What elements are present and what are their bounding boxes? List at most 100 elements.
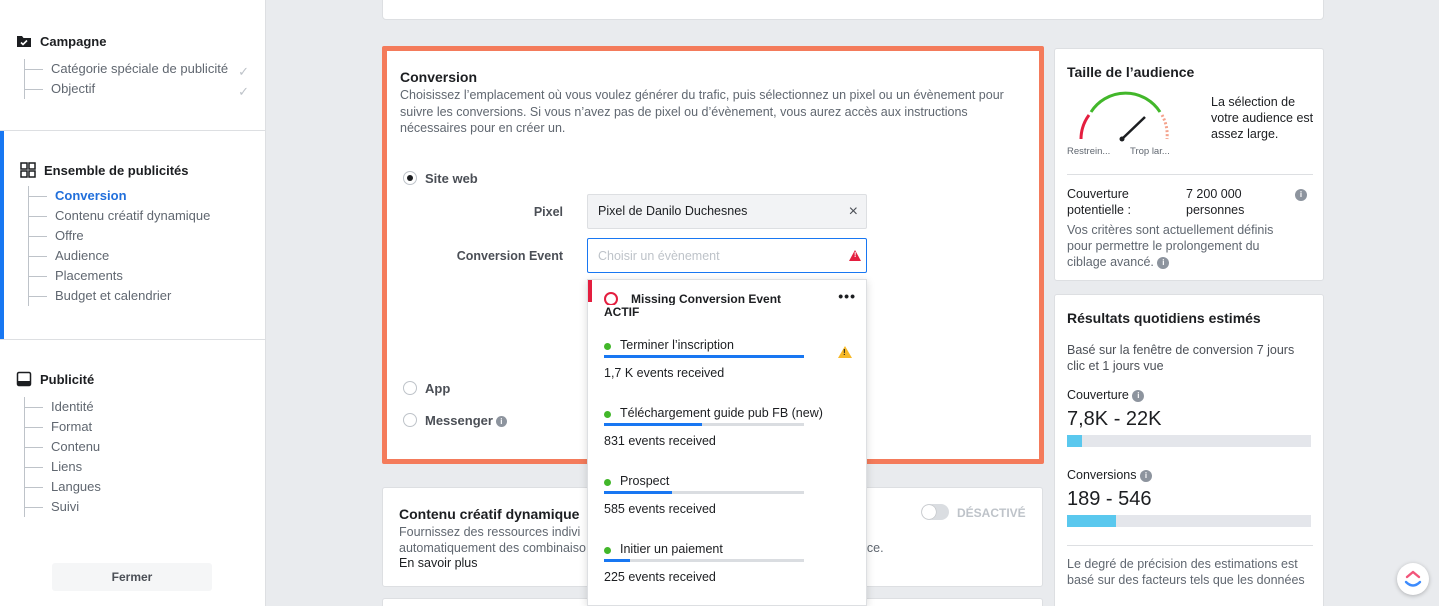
- messenger-label-text: Messenger: [425, 413, 493, 428]
- audience-note-text: Vos critères sont actuellement définis p…: [1067, 223, 1274, 269]
- status-dot-icon: [604, 411, 611, 418]
- audience-size-card: Taille de l’audience Restrein... Trop la…: [1054, 48, 1324, 281]
- sidebar-item-placements[interactable]: Placements: [29, 266, 265, 286]
- divider: [1067, 545, 1313, 546]
- toggle-state-label: DÉSACTIVÉ: [957, 506, 1026, 520]
- potential-reach-value: 7 200 000 personnes: [1186, 186, 1244, 218]
- sidebar-divider: [0, 130, 265, 131]
- sidebar-item-offer[interactable]: Offre: [29, 226, 265, 246]
- warning-icon: !: [838, 346, 852, 358]
- sidebar-item-label: Placements: [55, 268, 123, 283]
- sidebar-item-links[interactable]: Liens: [25, 457, 265, 477]
- pixel-select[interactable]: Pixel de Danilo Duchesnes ×: [587, 194, 867, 229]
- dropdown-section-label: ACTIF: [604, 305, 864, 319]
- event-name: Terminer l’inscription: [620, 338, 734, 352]
- sidebar-item-identity[interactable]: Identité: [25, 397, 265, 417]
- info-icon[interactable]: i: [495, 416, 507, 428]
- reach-meter: [1067, 435, 1311, 447]
- status-dot-icon: [604, 343, 611, 350]
- close-button[interactable]: Fermer: [52, 563, 212, 591]
- reach-value-line: personnes: [1186, 203, 1245, 217]
- more-icon[interactable]: •••: [838, 288, 856, 304]
- potential-reach-label: Couverture potentielle :: [1067, 186, 1131, 218]
- sidebar-item-label: Identité: [51, 399, 94, 414]
- sidebar-item-label: Format: [51, 419, 93, 434]
- sidebar-item-tracking[interactable]: Suivi: [25, 497, 265, 517]
- sidebar-section-campaign: Campagne Catégorie spéciale de publicité…: [0, 33, 265, 99]
- audience-summary: La sélection de votre audience est assez…: [1211, 95, 1314, 141]
- sidebar-item-label: Budget et calendrier: [55, 288, 172, 303]
- event-progress-fill: [604, 559, 630, 562]
- conversion-description: Choisissez l’emplacement où vous voulez …: [400, 88, 1004, 135]
- audience-title: Taille de l’audience: [1067, 64, 1195, 80]
- adset-tree: Conversion Contenu créatif dynamique Off…: [28, 186, 265, 306]
- sidebar-item-budget[interactable]: Budget et calendrier: [29, 286, 265, 306]
- divider: [1067, 174, 1313, 175]
- sidebar-item-content[interactable]: Contenu: [25, 437, 265, 457]
- campaign-header[interactable]: Campagne: [0, 33, 265, 49]
- clear-icon[interactable]: ×: [849, 195, 858, 228]
- campaign-tree: Catégorie spéciale de publicité ✓ Object…: [24, 59, 265, 99]
- grid-icon: [20, 162, 36, 178]
- radio-website-label[interactable]: Site web: [425, 171, 478, 186]
- sidebar-section-adset: Ensemble de publicités Conversion Conten…: [0, 162, 265, 306]
- daily-results-card: Résultats quotidiens estimés Basé sur la…: [1054, 294, 1324, 606]
- check-icon: ✓: [238, 84, 249, 99]
- event-progress-track: [604, 423, 804, 426]
- sidebar-item-dynamic-creative[interactable]: Contenu créatif dynamique: [29, 206, 265, 226]
- dynamic-creative-toggle[interactable]: [921, 504, 949, 520]
- event-name: Initier un paiement: [620, 542, 723, 556]
- help-chat-button[interactable]: [1397, 563, 1429, 595]
- event-progress-track: [604, 491, 804, 494]
- missing-event-row[interactable]: Missing Conversion Event •••: [588, 280, 866, 306]
- conversions-value: 189 - 546: [1067, 488, 1152, 510]
- folder-check-icon: [16, 33, 32, 49]
- ad-header[interactable]: Publicité: [0, 371, 265, 387]
- radio-app[interactable]: [403, 381, 417, 395]
- status-dot-icon: [604, 547, 611, 554]
- info-icon[interactable]: i: [1139, 469, 1152, 482]
- sidebar-item-label: Suivi: [51, 499, 80, 514]
- sidebar-item-label: Objectif: [51, 81, 96, 96]
- reach-label-line: Couverture: [1067, 187, 1129, 201]
- sidebar-item-languages[interactable]: Langues: [25, 477, 265, 497]
- sidebar-item-objective[interactable]: Objectif ✓: [25, 79, 265, 99]
- conversions-label-text: Conversions: [1067, 468, 1137, 482]
- adset-header[interactable]: Ensemble de publicités: [0, 162, 265, 178]
- sidebar-item-format[interactable]: Format: [25, 417, 265, 437]
- sidebar-item-label: Catégorie spéciale de publicité: [51, 61, 229, 76]
- reach-value: 7,8K - 22K: [1067, 408, 1162, 430]
- sidebar-item-label: Langues: [51, 479, 101, 494]
- sidebar-item-special-category[interactable]: Catégorie spéciale de publicité ✓: [25, 59, 265, 79]
- campaign-title: Campagne: [40, 33, 107, 49]
- learn-more-link[interactable]: En savoir plus: [399, 556, 478, 570]
- sidebar-divider: [0, 339, 265, 340]
- radio-app-label[interactable]: App: [425, 381, 450, 396]
- error-circle-icon: [604, 292, 618, 306]
- sidebar-section-ad: Publicité Identité Format Contenu Liens …: [0, 371, 265, 517]
- info-icon[interactable]: i: [1157, 256, 1170, 269]
- results-title: Résultats quotidiens estimés: [1067, 310, 1261, 326]
- sidebar-item-label: Contenu créatif dynamique: [55, 208, 211, 223]
- sidebar-item-label: Conversion: [55, 188, 127, 203]
- reach-label: Couverture i: [1067, 387, 1145, 403]
- info-icon[interactable]: i: [1132, 389, 1145, 402]
- gauge-left-label: Restrein...: [1067, 146, 1111, 157]
- event-progress-track: [604, 355, 804, 358]
- event-name: Téléchargement guide pub FB (new): [620, 406, 823, 420]
- event-progress-track: [604, 559, 804, 562]
- sidebar-item-label: Offre: [55, 228, 84, 243]
- radio-messenger-label[interactable]: Messenger i: [425, 413, 507, 428]
- missing-event-text: Missing Conversion Event: [631, 292, 782, 306]
- sidebar-item-conversion[interactable]: Conversion: [29, 186, 265, 206]
- pixel-label: Pixel: [533, 205, 563, 219]
- conversion-event-field[interactable]: !: [587, 238, 867, 273]
- dynamic-creative-title: Contenu créatif dynamique: [399, 506, 580, 522]
- conversion-event-input[interactable]: [588, 239, 828, 272]
- conversions-meter: [1067, 515, 1311, 527]
- info-icon[interactable]: i: [1295, 189, 1307, 201]
- sidebar-item-audience[interactable]: Audience: [29, 246, 265, 266]
- radio-website[interactable]: [403, 171, 417, 185]
- event-progress-fill: [604, 491, 672, 494]
- radio-messenger[interactable]: [403, 413, 417, 427]
